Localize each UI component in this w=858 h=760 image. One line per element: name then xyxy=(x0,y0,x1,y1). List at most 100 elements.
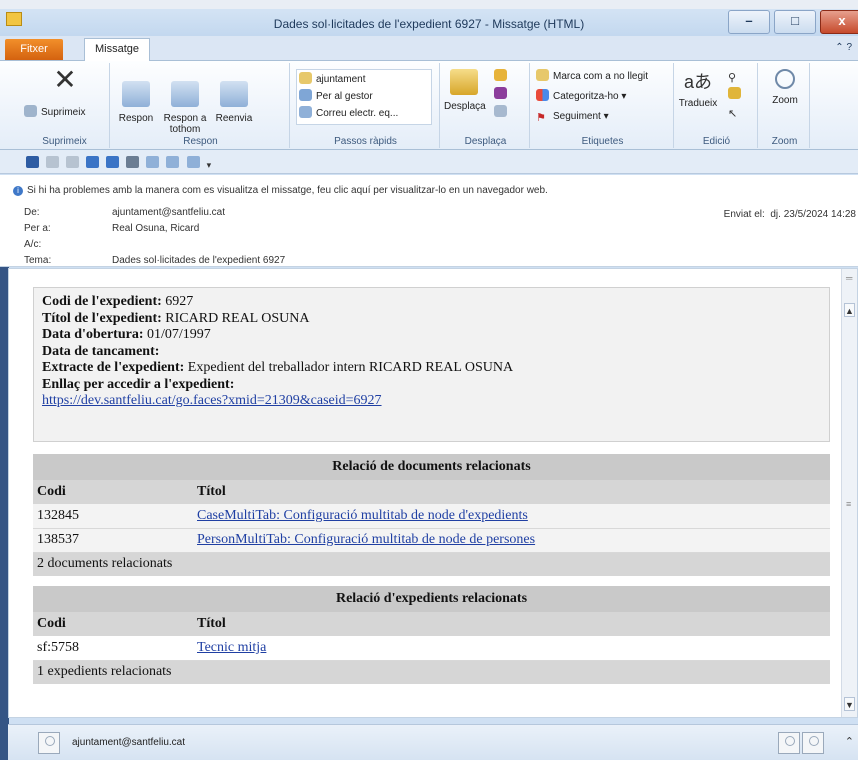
case-open-value: 01/07/1997 xyxy=(143,327,211,342)
undo-icon[interactable] xyxy=(46,156,60,168)
expand-chevron-icon[interactable]: ⌃ xyxy=(845,735,854,748)
move-label: Desplaça xyxy=(444,101,486,112)
cc-row: A/c: xyxy=(24,239,112,253)
case-title-value: RICARD REAL OSUNA xyxy=(161,310,310,326)
case-title-line: Títol de l'expedient: RICARD REAL OSUNA xyxy=(42,311,821,328)
forward-mail-icon xyxy=(299,89,312,101)
group-move: Desplaça Desplaça xyxy=(442,63,530,148)
quick-step-team-email[interactable]: Correu electr. eq... xyxy=(299,106,398,122)
tab-file[interactable]: Fitxer xyxy=(5,39,63,60)
save-icon[interactable] xyxy=(26,156,39,168)
print-icon[interactable] xyxy=(126,156,140,168)
table-row: 132845 CaseMultiTab: Configuració multita… xyxy=(33,504,830,529)
reply-qat-icon[interactable] xyxy=(146,156,160,168)
doc-code: 132845 xyxy=(33,504,193,529)
close-button[interactable]: x xyxy=(820,10,858,34)
split-grip-icon[interactable]: ═ xyxy=(846,273,852,283)
to-value[interactable]: Real Osuna, Ricard xyxy=(112,223,199,234)
move-button[interactable]: Desplaça xyxy=(444,69,486,112)
quick-step-gestor[interactable]: Per al gestor xyxy=(299,89,373,105)
actions-button[interactable] xyxy=(494,105,511,121)
documents-heading: Relació de documents relacionats xyxy=(33,454,830,480)
quick-step-label: ajuntament xyxy=(316,74,366,85)
documents-table: Relació de documents relacionats Codi Tít… xyxy=(33,454,830,576)
quick-step-ajuntament[interactable]: ajuntament xyxy=(299,72,365,88)
select-button[interactable]: ↖ xyxy=(728,105,745,121)
delete-x-icon: ✕ xyxy=(53,64,77,95)
forward-icon xyxy=(220,81,248,107)
translate-label: Tradueix xyxy=(678,98,718,109)
table-row: 138537 PersonMultiTab: Configuració multi… xyxy=(33,528,830,553)
ribbon-tabs: Fitxer Missatge ⌃ ? xyxy=(0,36,858,62)
message-content: Codi de l'expedient: 6927 Títol de l'exp… xyxy=(33,287,830,684)
to-label: Per a: xyxy=(24,223,51,234)
follow-up-button[interactable]: ⚑ Seguiment ▾ xyxy=(536,109,609,125)
categorize-button[interactable]: Categoritza-ho ▾ xyxy=(536,89,626,105)
col-title: Títol xyxy=(193,480,830,504)
col-code: Codi xyxy=(33,612,193,636)
forward-label: Reenvia xyxy=(215,113,253,124)
redo-icon[interactable] xyxy=(66,156,80,168)
customize-chevron-icon[interactable]: ▾ xyxy=(207,160,217,172)
vertical-scrollbar[interactable]: ═ ▲ ≡ ▼ xyxy=(841,269,857,717)
unread-envelope-icon xyxy=(536,69,549,81)
reply-all-qat-icon[interactable] xyxy=(166,156,180,168)
outlook-message-window: Dades sol·licitades de l'expedient 6927 … xyxy=(0,0,858,760)
tab-message[interactable]: Missatge xyxy=(84,38,150,62)
case-open-line: Data d'obertura: 01/07/1997 xyxy=(42,327,821,344)
ribbon-help-icons[interactable]: ⌃ ? xyxy=(835,42,852,53)
doc-code: 138537 xyxy=(33,528,193,553)
subject-value: Dades sol·licitades de l'expedient 6927 xyxy=(112,255,286,266)
info-bar[interactable]: i Si hi ha problemes amb la manera com es… xyxy=(13,185,548,196)
group-editing: aあ Tradueix ⚲ ↖ Edició xyxy=(676,63,758,148)
delete-label: Suprimeix xyxy=(41,107,86,118)
reply-icon xyxy=(122,81,150,107)
doc-title-link[interactable]: CaseMultiTab: Configuració multitab de n… xyxy=(197,508,528,523)
reply-all-button[interactable]: Respon a tothom xyxy=(162,81,208,135)
doc-title-link[interactable]: PersonMultiTab: Configuració multitab de… xyxy=(197,532,535,547)
ignore-button[interactable]: ✕ xyxy=(50,64,80,96)
group-tags: Marca com a no llegit Categoritza-ho ▾ ⚑… xyxy=(532,63,674,148)
contact-avatar[interactable] xyxy=(802,732,824,754)
from-value[interactable]: ajuntament@santfeliu.cat xyxy=(112,207,225,218)
junk-icon xyxy=(24,105,37,117)
related-button[interactable] xyxy=(728,87,745,103)
cases-heading: Relació d'expedients relacionats xyxy=(33,586,830,612)
rules-icon xyxy=(494,69,507,81)
reply-all-label: Respon a tothom xyxy=(163,113,207,135)
case-title-link[interactable]: Tecnic mitja xyxy=(197,640,266,655)
scroll-thumb-grip-icon[interactable]: ≡ xyxy=(846,499,851,509)
find-button[interactable]: ⚲ xyxy=(728,69,745,85)
scroll-down-icon[interactable]: ▼ xyxy=(844,697,855,711)
cc-label: A/c: xyxy=(24,239,42,250)
people-pane-sender[interactable]: ajuntament@santfeliu.cat xyxy=(72,737,185,748)
case-close-line: Data de tancament: xyxy=(42,344,821,361)
case-link[interactable]: https://dev.santfeliu.cat/go.faces?xmid=… xyxy=(42,393,382,408)
next-icon[interactable] xyxy=(106,156,120,168)
forward-qat-icon[interactable] xyxy=(186,156,200,168)
cases-count: 1 expedients relacionats xyxy=(33,660,830,684)
onenote-button[interactable] xyxy=(494,87,511,103)
info-icon: i xyxy=(13,186,23,196)
delete-button[interactable]: Suprimeix xyxy=(24,105,85,121)
translate-button[interactable]: aあ Tradueix xyxy=(678,69,718,109)
rules-button[interactable] xyxy=(494,69,511,85)
reply-button[interactable]: Respon xyxy=(118,81,154,124)
people-pane: ajuntament@santfeliu.cat ⌃ xyxy=(8,724,858,760)
group-delete: ✕ Suprimeix Suprimeix xyxy=(20,63,110,148)
scroll-up-icon[interactable]: ▲ xyxy=(844,303,855,317)
case-code-label: Codi de l'expedient: xyxy=(42,294,162,309)
group-zoom: Zoom Zoom xyxy=(760,63,810,148)
contact-avatar[interactable] xyxy=(778,732,800,754)
sender-avatar[interactable] xyxy=(38,732,60,754)
sent-label: Enviat el: xyxy=(723,209,765,220)
zoom-button[interactable]: Zoom xyxy=(766,69,804,106)
team-mail-icon xyxy=(299,106,312,118)
previous-icon[interactable] xyxy=(86,156,100,168)
forward-button[interactable]: Reenvia xyxy=(212,81,256,124)
minimize-button[interactable]: – xyxy=(728,10,770,34)
group-respond-label: Respon xyxy=(183,136,218,147)
maximize-button[interactable]: □ xyxy=(774,10,816,34)
mark-unread-button[interactable]: Marca com a no llegit xyxy=(536,69,648,85)
col-code: Codi xyxy=(33,480,193,504)
